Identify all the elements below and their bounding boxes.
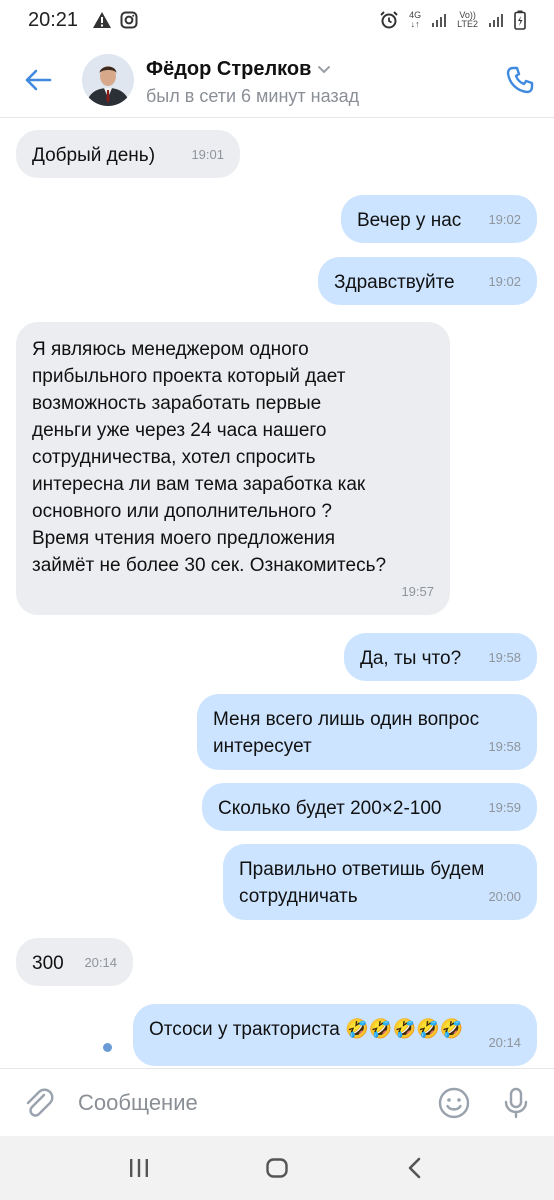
avatar[interactable]: [82, 54, 134, 106]
message-text: 300: [32, 953, 64, 974]
recent-apps-button[interactable]: [119, 1148, 159, 1188]
message-composer: [0, 1068, 554, 1136]
message-bubble[interactable]: Отсоси у тракториста 🤣🤣🤣🤣🤣 20:14: [133, 1004, 537, 1066]
signal-icon-2: [489, 14, 503, 27]
message-text: Правильно ответишь будем сотрудничать: [239, 859, 485, 907]
contact-name[interactable]: Фёдор Стрелков: [146, 58, 311, 81]
microphone-icon: [504, 1087, 528, 1119]
emoji-button[interactable]: [436, 1085, 472, 1121]
volte-indicator: Vo)) LTE2: [457, 11, 478, 29]
message-text: Я являюсь менеджером одного прибыльного …: [32, 339, 387, 576]
call-button[interactable]: [502, 62, 538, 98]
message-bubble[interactable]: Вечер у нас 19:02: [341, 195, 537, 243]
message-bubble[interactable]: Добрый день) 19:01: [16, 130, 240, 178]
message-time: 19:02: [488, 212, 521, 227]
back-button[interactable]: [20, 62, 56, 98]
message-time: 20:14: [84, 955, 117, 970]
status-bar: 20:21 4G ↓↑ Vo)) LTE2: [0, 0, 554, 40]
message-text: Вечер у нас: [357, 210, 462, 231]
chevron-down-icon[interactable]: [317, 65, 331, 75]
message-time: 19:58: [488, 650, 521, 665]
message-time: 19:58: [488, 739, 521, 754]
warning-icon: [93, 12, 112, 28]
smiley-icon: [438, 1087, 470, 1119]
arrow-left-icon: [25, 69, 52, 91]
microphone-button[interactable]: [498, 1085, 534, 1121]
message-time: 19:57: [401, 584, 434, 599]
message-time: 19:01: [191, 147, 224, 162]
message-bubble[interactable]: 300 20:14: [16, 938, 133, 986]
back-nav-button[interactable]: [395, 1148, 435, 1188]
message-text: Отсоси у тракториста 🤣🤣🤣🤣🤣: [149, 1019, 464, 1040]
message-bubble[interactable]: Я являюсь менеджером одного прибыльного …: [16, 322, 450, 615]
message-list[interactable]: Добрый день) 19:01 Вечер у нас 19:02 Здр…: [0, 118, 554, 1068]
message-bubble[interactable]: Да, ты что? 19:58: [344, 633, 537, 681]
paperclip-icon: [26, 1088, 54, 1117]
message-text: Здравствуйте: [334, 272, 455, 293]
avatar-image: [82, 54, 134, 106]
message-time: 20:14: [488, 1035, 521, 1050]
status-time: 20:21: [28, 8, 79, 31]
home-button[interactable]: [257, 1148, 297, 1188]
attach-button[interactable]: [20, 1085, 56, 1121]
system-nav-bar: [0, 1136, 554, 1200]
recent-apps-icon: [130, 1159, 148, 1177]
message-bubble[interactable]: Сколько будет 200×2-100 19:59: [202, 783, 537, 831]
message-text: Добрый день): [32, 145, 156, 166]
battery-icon: [514, 10, 526, 30]
home-icon: [266, 1158, 288, 1178]
phone-icon: [506, 66, 534, 94]
presence-status: был в сети 6 минут назад: [146, 86, 360, 106]
message-bubble[interactable]: Правильно ответишь будем сотрудничать 20…: [223, 844, 537, 920]
status-left-icons: [92, 11, 138, 29]
net-4g-indicator: 4G ↓↑: [409, 10, 422, 29]
chat-header: Фёдор Стрелков был в сети 6 минут назад: [0, 40, 554, 118]
lte2-label: LTE2: [457, 19, 478, 29]
message-input[interactable]: [78, 1087, 408, 1119]
message-time: 20:00: [488, 889, 521, 904]
message-bubble[interactable]: Здравствуйте 19:02: [318, 257, 537, 305]
message-text: Меня всего лишь один вопрос интересует: [213, 709, 480, 757]
message-text: Сколько будет 200×2-100: [218, 798, 442, 819]
unread-indicator: [103, 1043, 112, 1052]
message-time: 19:59: [488, 800, 521, 815]
instagram-icon: [120, 11, 138, 29]
message-bubble[interactable]: Меня всего лишь один вопрос интересует 1…: [197, 694, 537, 770]
status-right-icons: 4G ↓↑ Vo)) LTE2: [379, 10, 526, 30]
alarm-icon: [380, 11, 398, 29]
contact-name-line[interactable]: Фёдор Стрелков: [146, 58, 331, 81]
message-time: 19:02: [488, 274, 521, 289]
signal-icon: [432, 14, 447, 27]
message-text: Да, ты что?: [360, 648, 462, 669]
back-icon: [408, 1157, 421, 1179]
